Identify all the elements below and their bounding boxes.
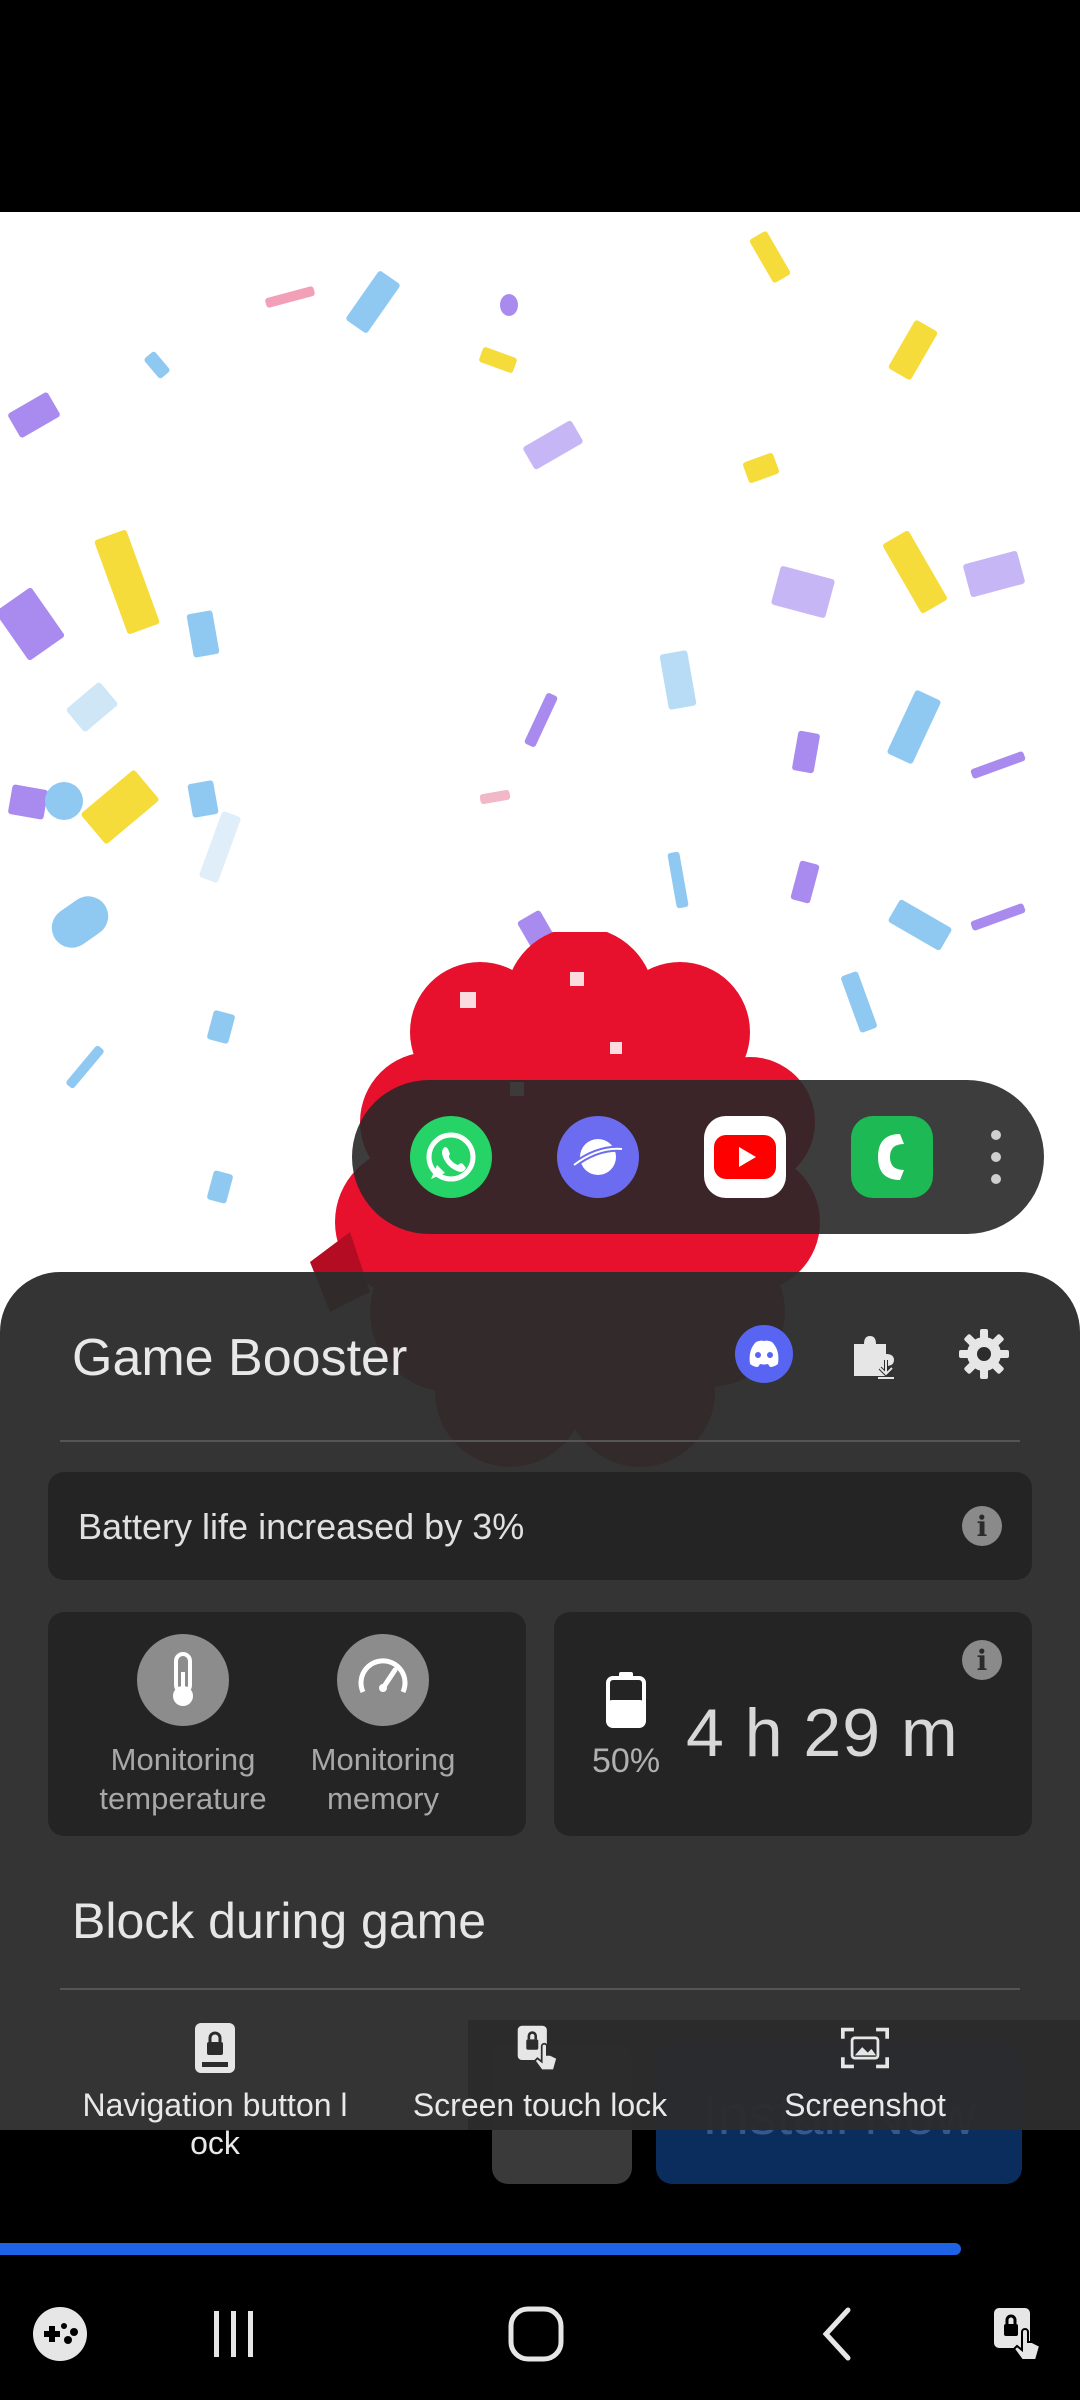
- confetti: [45, 782, 83, 820]
- confetti: [790, 860, 820, 904]
- battery-message: Battery life increased by 3%: [78, 1506, 525, 1547]
- monitoring-memory[interactable]: Monitoring memory: [283, 1634, 483, 1818]
- monitoring-temperature[interactable]: Monitoring temperature: [83, 1634, 283, 1818]
- youtube-icon[interactable]: [704, 1116, 786, 1198]
- navigation-lock-label: Navigation button l ock: [82, 2087, 348, 2161]
- touch-lock-nav-icon[interactable]: [980, 2294, 1060, 2374]
- confetti: [264, 285, 316, 309]
- confetti: [969, 902, 1027, 932]
- navigation-button-lock-toggle[interactable]: Navigation button l ock: [70, 2023, 360, 2162]
- confetti: [886, 689, 942, 765]
- confetti: [500, 294, 518, 316]
- battery-time-card: i 50% 4 h 29 m: [554, 1612, 1032, 1836]
- block-during-game-title: Block during game: [72, 1893, 487, 1949]
- confetti: [478, 346, 518, 374]
- info-icon[interactable]: i: [962, 1640, 1002, 1680]
- recent-apps-icon[interactable]: [194, 2294, 274, 2374]
- navigation-bar: [0, 2268, 1080, 2400]
- back-icon[interactable]: [798, 2294, 878, 2374]
- confetti: [65, 1044, 105, 1090]
- thermometer-icon: [137, 1634, 229, 1726]
- confetti: [43, 888, 117, 956]
- confetti: [198, 810, 242, 884]
- confetti: [887, 319, 939, 381]
- game-launcher-icon[interactable]: [20, 2294, 100, 2374]
- confetti: [770, 565, 836, 619]
- more-vertical-icon[interactable]: [988, 1130, 1004, 1184]
- block-divider: [60, 1988, 1020, 1990]
- confetti: [742, 452, 780, 484]
- info-icon[interactable]: i: [962, 1506, 1002, 1546]
- screenshot-icon: [841, 2024, 889, 2072]
- discord-icon[interactable]: [732, 1322, 796, 1386]
- confetti: [7, 391, 61, 439]
- samsung-internet-icon[interactable]: [557, 1116, 639, 1198]
- confetti: [748, 230, 792, 284]
- confetti: [345, 269, 401, 335]
- battery-icon: [606, 1672, 646, 1728]
- confetti: [206, 1009, 236, 1045]
- confetti: [962, 550, 1026, 598]
- home-icon[interactable]: [496, 2294, 576, 2374]
- navigation-lock-icon: [191, 2023, 239, 2073]
- panel-title: Game Booster: [72, 1329, 408, 1387]
- confetti: [882, 529, 948, 615]
- confetti: [93, 529, 161, 635]
- screenshot-label: Screenshot: [784, 2087, 946, 2123]
- whatsapp-icon[interactable]: [410, 1116, 492, 1198]
- time-remaining: 4 h 29 m: [686, 1695, 959, 1771]
- screen-touch-lock-toggle[interactable]: Screen touch lock: [395, 2024, 685, 2124]
- confetti: [667, 851, 689, 909]
- floating-app-tray: [352, 1080, 1044, 1234]
- monitoring-memory-label: Monitoring memory: [310, 1742, 456, 1816]
- progress-fill: [0, 2243, 962, 2255]
- monitoring-card: Monitoring temperature Monitoring memory: [48, 1612, 526, 1836]
- confetti: [143, 350, 171, 380]
- confetti: [80, 769, 160, 845]
- header-divider: [60, 1440, 1020, 1442]
- screenshot-button[interactable]: Screenshot: [720, 2024, 1010, 2124]
- confetti: [65, 681, 119, 733]
- screen-touch-lock-label: Screen touch lock: [412, 2087, 668, 2123]
- confetti: [187, 780, 219, 818]
- game-booster-panel: Game Booster Battery life increased by 3…: [0, 1272, 1080, 2161]
- touch-lock-icon: [516, 2024, 564, 2072]
- battery-saving-card: Battery life increased by 3% i: [48, 1472, 1032, 1580]
- confetti: [7, 784, 49, 820]
- top-black-band: [0, 0, 1080, 212]
- confetti: [659, 649, 697, 711]
- confetti: [206, 1169, 234, 1205]
- confetti: [523, 692, 559, 748]
- confetti: [186, 610, 220, 658]
- confetti: [522, 419, 584, 471]
- settings-gear-icon[interactable]: [952, 1322, 1016, 1386]
- battery-percent: 50%: [592, 1742, 661, 1780]
- monitoring-temperature-label: Monitoring temperature: [99, 1742, 267, 1816]
- confetti: [791, 730, 821, 774]
- progress-bar: [0, 2243, 1080, 2255]
- confetti: [0, 586, 66, 662]
- phone-icon[interactable]: [851, 1116, 933, 1198]
- speedometer-icon: [337, 1634, 429, 1726]
- plugin-download-icon[interactable]: [842, 1322, 906, 1386]
- confetti: [479, 789, 511, 805]
- confetti: [969, 750, 1027, 780]
